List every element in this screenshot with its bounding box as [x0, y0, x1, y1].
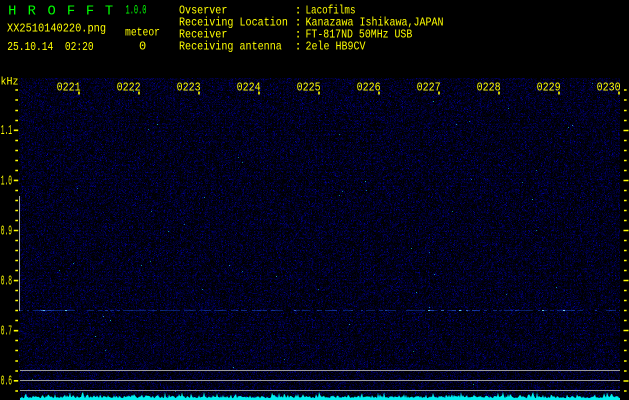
svg-text:1.0: 1.0	[1, 173, 12, 189]
svg-text:F: F	[67, 5, 75, 20]
svg-text:1.1: 1.1	[1, 123, 12, 139]
svg-text:H: H	[8, 5, 16, 20]
svg-text:0228: 0228	[477, 80, 501, 94]
svg-text::: :	[295, 40, 302, 54]
svg-text:0222: 0222	[117, 80, 141, 94]
svg-text:0.7: 0.7	[1, 324, 12, 340]
svg-text:1.0.0: 1.0.0	[126, 3, 147, 17]
svg-text:0221: 0221	[57, 80, 81, 94]
svg-text:meteor: meteor	[125, 26, 160, 40]
svg-text:0.8: 0.8	[1, 274, 12, 290]
svg-text:0225: 0225	[297, 80, 321, 94]
svg-text:Receiving antenna: Receiving antenna	[179, 40, 282, 54]
svg-text:0229: 0229	[537, 80, 561, 94]
svg-text:T: T	[105, 5, 113, 20]
svg-text:0230: 0230	[597, 80, 621, 94]
svg-text:kHz: kHz	[1, 76, 19, 88]
svg-text:0224: 0224	[237, 80, 261, 94]
svg-text:XX2510140220.png: XX2510140220.png	[7, 22, 106, 36]
svg-text:25.10.14 02:20: 25.10.14 02:20	[7, 40, 94, 54]
svg-text:0223: 0223	[177, 80, 201, 94]
svg-text:2ele HB9CV: 2ele HB9CV	[306, 40, 367, 54]
svg-text:0226: 0226	[357, 80, 381, 94]
svg-text:O: O	[47, 5, 55, 20]
svg-text:R: R	[28, 5, 36, 20]
svg-text:0.9: 0.9	[1, 223, 12, 239]
svg-text:0: 0	[139, 39, 146, 53]
svg-text:0227: 0227	[417, 80, 441, 94]
svg-text:F: F	[86, 5, 94, 20]
svg-text:0.6: 0.6	[1, 374, 12, 390]
